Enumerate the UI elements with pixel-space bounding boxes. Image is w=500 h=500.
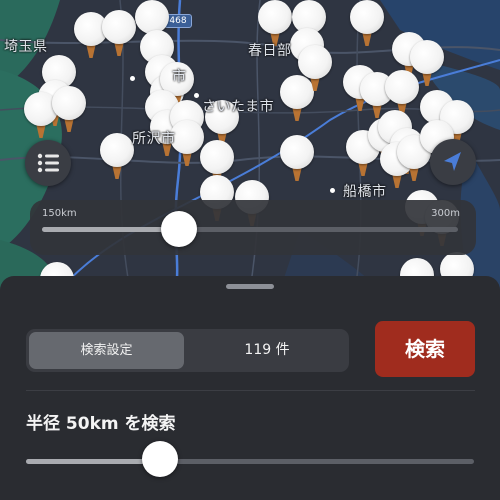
bottom-sheet: 検索設定 119 件 検索 半径 50km を検索 xyxy=(0,276,500,500)
map-label-funabashi: 船橋市 xyxy=(343,184,387,200)
marker-head xyxy=(200,140,234,174)
marker-head xyxy=(100,133,134,167)
marker-head xyxy=(52,86,86,120)
map-label-shi: 市 xyxy=(172,69,187,85)
map-label-tokorozawa: 所沢市 xyxy=(132,131,176,147)
map-marker-pin[interactable] xyxy=(298,45,332,93)
city-dot xyxy=(130,76,135,81)
map-view[interactable]: 468 埼玉県 春日部 市 さいたま市 所沢市 船橋市 150km 300m xyxy=(0,0,500,290)
marker-head xyxy=(385,70,419,104)
radius-slider-thumb[interactable] xyxy=(142,441,179,477)
distance-slider-fill xyxy=(42,227,180,232)
sheet-divider xyxy=(26,390,475,391)
search-button[interactable]: 検索 xyxy=(375,321,475,377)
map-marker-pin[interactable] xyxy=(100,133,134,181)
marker-head xyxy=(135,0,169,34)
city-dot xyxy=(330,188,335,193)
marker-head xyxy=(258,0,292,34)
radius-label: 半径 50km を検索 xyxy=(26,414,176,434)
marker-head xyxy=(410,40,444,74)
segment-result-count[interactable]: 119 件 xyxy=(188,332,346,369)
distance-min-label: 150km xyxy=(42,208,77,219)
map-marker-pin[interactable] xyxy=(52,86,86,134)
map-label-saitama-ken: 埼玉県 xyxy=(4,39,48,55)
radius-slider-track[interactable] xyxy=(26,459,474,464)
distance-slider-thumb[interactable] xyxy=(161,211,198,247)
distance-max-label: 300m xyxy=(431,208,460,219)
map-marker-pin[interactable] xyxy=(102,10,136,58)
marker-head xyxy=(280,135,314,169)
list-view-button[interactable] xyxy=(25,140,71,186)
segment-search-settings[interactable]: 検索設定 xyxy=(29,332,184,369)
marker-head xyxy=(102,10,136,44)
map-label-saitama-shi: さいたま市 xyxy=(202,99,275,115)
segmented-control: 検索設定 119 件 xyxy=(26,329,349,372)
map-marker-pin[interactable] xyxy=(350,0,384,48)
city-dot xyxy=(194,93,199,98)
current-location-button[interactable] xyxy=(430,139,476,185)
marker-head xyxy=(298,45,332,79)
distance-slider-panel: 150km 300m xyxy=(30,200,476,255)
location-arrow-icon xyxy=(444,152,461,171)
list-icon xyxy=(37,153,59,173)
radius-slider-fill xyxy=(26,459,161,464)
sheet-grabber[interactable] xyxy=(226,284,274,289)
marker-head xyxy=(350,0,384,34)
map-marker-pin[interactable] xyxy=(280,135,314,183)
map-label-kasukabe: 春日部 xyxy=(248,43,292,59)
distance-slider-track[interactable] xyxy=(42,227,458,232)
